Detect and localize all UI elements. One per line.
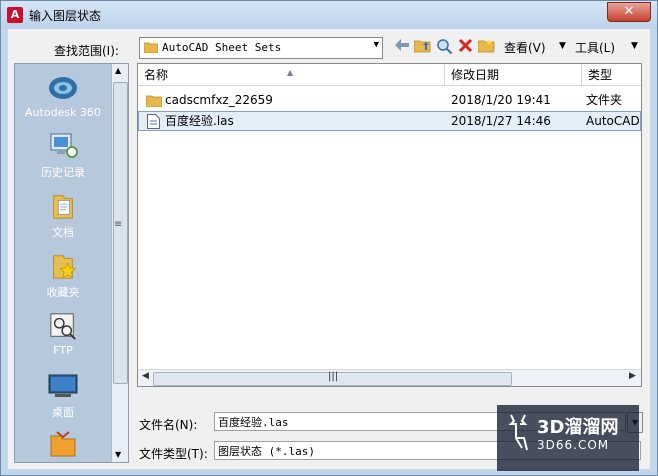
- autocad-app-icon: A: [7, 7, 23, 23]
- column-header-name[interactable]: 名称 ▲: [138, 64, 445, 86]
- scroll-thumb[interactable]: [113, 82, 128, 384]
- ftp-icon: [50, 313, 76, 340]
- grip-icon: |||: [328, 371, 339, 382]
- chevron-down-icon[interactable]: ▼: [631, 41, 638, 51]
- scroll-down-icon[interactable]: ▼: [115, 450, 121, 459]
- sort-arrow-icon: ▲: [287, 68, 294, 77]
- column-header-type[interactable]: 类型: [582, 64, 641, 86]
- watermark-text: 3D溜溜网: [537, 417, 619, 438]
- scroll-right-icon[interactable]: ▶: [629, 371, 636, 381]
- column-header-label: 名称: [144, 68, 169, 82]
- look-in-dropdown[interactable]: AutoCAD Sheet Sets ▼: [139, 37, 383, 59]
- place-ftp[interactable]: FTP: [15, 312, 111, 357]
- place-label: 文档: [52, 226, 74, 239]
- title-bar[interactable]: A 输入图层状态 ✕: [1, 1, 657, 29]
- list-item[interactable]: 百度经验.las 2018/1/27 14:46 AutoCAD: [138, 111, 641, 131]
- deer-logo-icon: [508, 414, 528, 451]
- search-web-icon[interactable]: [435, 38, 453, 56]
- scroll-left-icon[interactable]: ◀: [142, 371, 149, 381]
- scroll-up-icon[interactable]: ▲: [115, 66, 121, 75]
- place-label: Autodesk 360: [25, 106, 101, 119]
- filename-label: 文件名(N):: [139, 418, 198, 432]
- places-bar: Autodesk 360 历史记录 文档 收藏夹 FTP 桌面 ▲ ≡ ▼: [14, 63, 129, 463]
- place-label: 桌面: [52, 406, 74, 419]
- place-favorites[interactable]: 收藏夹: [15, 252, 111, 300]
- documents-icon: [53, 195, 73, 219]
- chevron-down-icon: ▼: [373, 40, 379, 50]
- grip-icon: ≡: [114, 219, 123, 230]
- places-scrollbar[interactable]: ▲ ≡ ▼: [111, 64, 128, 462]
- place-label: 历史记录: [41, 166, 85, 179]
- column-header-date[interactable]: 修改日期: [445, 64, 582, 86]
- new-folder-icon[interactable]: [477, 38, 495, 56]
- tools-menu[interactable]: 工具(L): [575, 39, 615, 56]
- file-name: 百度经验.las: [165, 114, 234, 128]
- desktop-icon: [48, 374, 78, 397]
- chevron-down-icon[interactable]: ▼: [559, 41, 566, 51]
- watermark-logo: 3D溜溜网 3D66.COM: [497, 405, 639, 471]
- place-more[interactable]: [15, 430, 111, 462]
- column-header-label: 修改日期: [451, 68, 500, 82]
- window-title: 输入图层状态: [29, 9, 102, 23]
- place-history[interactable]: 历史记录: [15, 132, 111, 180]
- view-menu[interactable]: 查看(V): [504, 39, 546, 56]
- folder-icon: [144, 42, 158, 53]
- history-icon: [50, 133, 78, 158]
- place-desktop[interactable]: 桌面: [15, 372, 111, 420]
- watermark-domain: 3D66.COM: [537, 438, 610, 452]
- place-autodesk-360[interactable]: Autodesk 360: [15, 74, 111, 119]
- back-arrow-icon[interactable]: [393, 38, 411, 56]
- close-button[interactable]: ✕: [607, 2, 651, 22]
- file-date: 2018/1/20 19:41: [451, 93, 551, 107]
- place-label: 收藏夹: [46, 286, 80, 299]
- list-item[interactable]: cadscmfxz_22659 2018/1/20 19:41 文件夹: [138, 90, 641, 110]
- column-header-label: 类型: [588, 68, 613, 82]
- dialog-window: A 输入图层状态 ✕ 查找范围(I): AutoCAD Sheet Sets ▼…: [0, 0, 658, 476]
- place-label: FTP: [53, 344, 73, 357]
- file-list[interactable]: 名称 ▲ 修改日期 类型 cadscmfxz_22659 2018/1/20 1…: [137, 63, 642, 387]
- las-file-icon: [147, 114, 160, 129]
- delete-icon[interactable]: [456, 38, 474, 56]
- favorites-icon: [53, 255, 77, 279]
- look-in-value: AutoCAD Sheet Sets: [162, 41, 282, 54]
- horizontal-scrollbar[interactable]: ◀ ||| ▶: [138, 369, 641, 386]
- cloud-icon: [49, 77, 77, 99]
- file-type: 文件夹: [586, 93, 623, 107]
- file-name: cadscmfxz_22659: [165, 93, 273, 107]
- folder-icon: [50, 431, 76, 457]
- place-documents[interactable]: 文档: [15, 192, 111, 240]
- file-date: 2018/1/27 14:46: [451, 114, 551, 128]
- file-type: AutoCAD: [586, 114, 640, 128]
- up-folder-icon[interactable]: [413, 38, 431, 56]
- filetype-label: 文件类型(T):: [139, 447, 208, 461]
- dialog-body: 查找范围(I): AutoCAD Sheet Sets ▼ 查看(V) ▼ 工具…: [8, 29, 650, 469]
- folder-icon: [146, 95, 162, 107]
- look-in-label: 查找范围(I):: [54, 44, 119, 58]
